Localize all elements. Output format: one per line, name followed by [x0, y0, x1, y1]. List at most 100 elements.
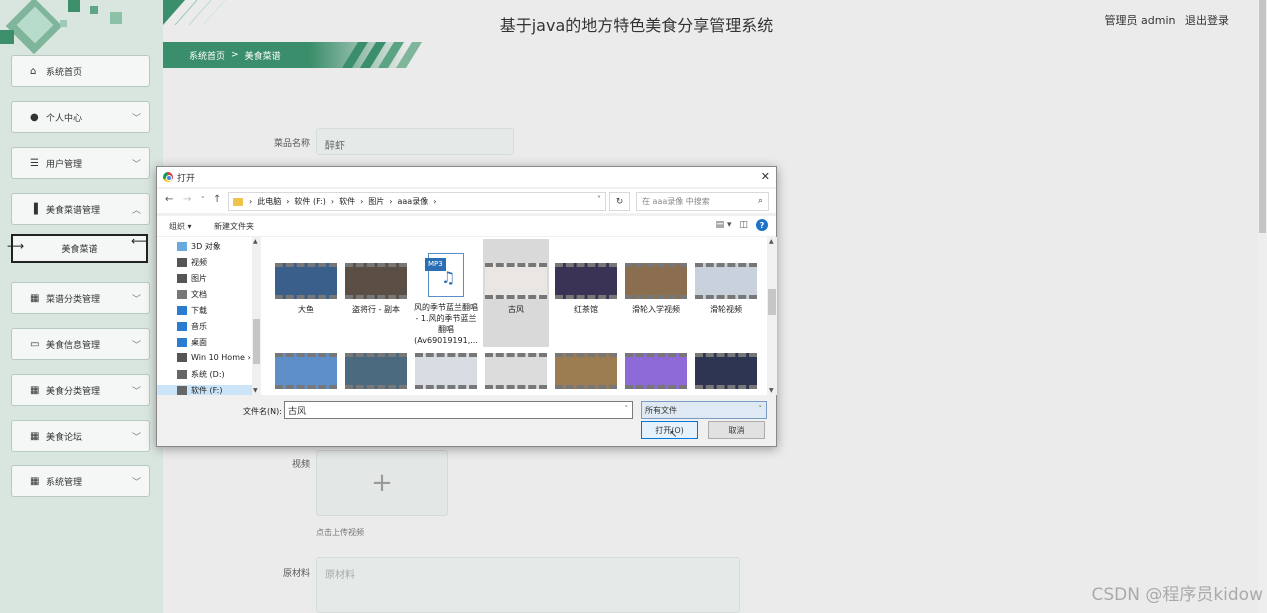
tree-item[interactable]: 图片 — [177, 273, 207, 284]
tree-item[interactable]: 3D 对象 — [177, 241, 221, 252]
file-item[interactable]: 红茶馆 — [553, 239, 619, 347]
tree-scrollbar[interactable]: ▲ ▼ — [252, 237, 261, 395]
monitor-icon: ▭ — [30, 338, 40, 350]
tree-item[interactable]: 音乐 — [177, 321, 207, 332]
sidebar-item-food-info[interactable]: ▭ 美食信息管理 ﹀ — [11, 328, 150, 360]
file-item[interactable] — [343, 351, 409, 395]
grid-icon: ▦ — [30, 475, 40, 487]
up-arrow-icon[interactable]: ↑ — [213, 194, 221, 205]
cancel-button[interactable]: 取消 — [708, 421, 765, 439]
chevron-down-icon[interactable]: ˅ — [597, 195, 601, 204]
file-item[interactable] — [623, 351, 689, 395]
chevron-down-icon: ﹀ — [131, 160, 141, 170]
tree-item-label: 下载 — [191, 306, 207, 315]
file-item[interactable]: 古风 — [483, 239, 549, 347]
tree-item[interactable]: Win 10 Home › — [177, 353, 251, 362]
forward-arrow-icon[interactable]: → — [183, 194, 191, 205]
scroll-up-icon[interactable]: ▲ — [253, 238, 258, 245]
path-segment[interactable]: aaa录像 — [397, 196, 428, 207]
grid-icon: ▦ — [30, 384, 40, 396]
tree-item[interactable]: 下载 — [177, 305, 207, 316]
audio-file-icon: MP3 ♫ — [425, 253, 464, 297]
file-item[interactable]: MP3 ♫ 风的季节蓝兰翻唱 - 1.风的季节蓝兰翻唱(Av69019191,... — [413, 239, 479, 347]
chevron-up-icon: ︿ — [131, 206, 141, 216]
tree-item-label: 3D 对象 — [191, 242, 221, 251]
file-item[interactable] — [273, 351, 339, 395]
filetype-select[interactable]: 所有文件 ˅ — [641, 401, 767, 419]
new-folder-button[interactable]: 新建文件夹 — [214, 221, 254, 232]
scroll-down-icon[interactable]: ▼ — [253, 387, 258, 394]
path-segment[interactable]: 图片 — [368, 196, 384, 207]
back-arrow-icon[interactable]: ← — [165, 194, 173, 205]
preview-pane-icon[interactable]: ◫ — [739, 220, 748, 230]
sidebar-subitem-recipes[interactable]: 美食菜谱 — [11, 234, 148, 263]
breadcrumb-separator: > — [231, 50, 239, 60]
sidebar-item-recipe-management[interactable]: ▐ 美食菜谱管理 ︿ — [11, 193, 150, 225]
tree-item[interactable]: 系统 (D:) — [177, 369, 225, 380]
sidebar-subitem-label: 美食菜谱 — [61, 245, 98, 255]
scroll-down-icon[interactable]: ▼ — [769, 387, 774, 394]
path-separator: › — [330, 197, 335, 206]
sidebar-item-food-category[interactable]: ▦ 美食分类管理 ﹀ — [11, 374, 150, 406]
chevron-down-icon: ˅ — [758, 405, 763, 413]
file-item[interactable]: 大鱼 — [273, 239, 339, 347]
tree-item[interactable]: 文档 — [177, 289, 207, 300]
path-separator: › — [433, 197, 437, 206]
path-segment[interactable]: 软件 — [339, 196, 355, 207]
video-upload-box[interactable]: + — [316, 450, 448, 516]
sidebar-item-food-forum[interactable]: ▦ 美食论坛 ﹀ — [11, 420, 150, 452]
organize-button[interactable]: 组织 ▾ — [169, 221, 192, 232]
chevron-down-icon[interactable]: ˅ — [625, 405, 629, 413]
path-segment[interactable]: 软件 (F:) — [294, 196, 325, 207]
sidebar-item-recipe-category[interactable]: ▦ 菜谱分类管理 ﹀ — [11, 282, 150, 314]
filename-value: 古风 — [288, 407, 307, 417]
sidebar-item-personal-center[interactable]: ● 个人中心 ﹀ — [11, 101, 150, 133]
file-item[interactable] — [413, 351, 479, 395]
help-icon[interactable]: ? — [756, 219, 768, 231]
video-thumbnail — [345, 353, 407, 389]
filename-label: 文件名(N): — [243, 407, 282, 416]
sidebar-item-label: 系统管理 — [46, 477, 83, 488]
address-bar[interactable]: › 此电脑 › 软件 (F:) › 软件 › 图片 › aaa录像 › ˅ — [228, 192, 606, 211]
video-label: 视频 — [291, 460, 310, 470]
filename-input[interactable]: 古风 ˅ — [284, 401, 633, 419]
resize-arrow-icon: ⟶ — [7, 239, 25, 253]
folder-icon — [177, 242, 187, 251]
video-thumbnail — [625, 353, 687, 389]
tree-item[interactable]: 软件 (F:) — [157, 385, 252, 395]
recent-dropdown-icon[interactable]: ˅ — [201, 196, 205, 204]
close-icon[interactable]: ✕ — [761, 170, 770, 183]
sidebar-item-label: 用户管理 — [46, 159, 83, 170]
sidebar-item-label: 美食信息管理 — [46, 340, 101, 351]
view-options-icon[interactable]: ▤ ▾ — [716, 220, 732, 230]
breadcrumb-current: 美食菜谱 — [244, 51, 281, 62]
logout-link[interactable]: 退出登录 — [1185, 14, 1229, 27]
files-scrollbar[interactable]: ▲ ▼ — [767, 237, 777, 395]
tree-item[interactable]: 桌面 — [177, 337, 207, 348]
file-item[interactable] — [483, 351, 549, 395]
path-segment[interactable]: 此电脑 — [257, 196, 281, 207]
page-scrollbar[interactable] — [1258, 0, 1267, 613]
scroll-up-icon[interactable]: ▲ — [769, 238, 774, 245]
ingredients-label: 原材料 — [282, 569, 310, 579]
video-thumbnail — [415, 353, 477, 389]
breadcrumb-home[interactable]: 系统首页 — [189, 49, 225, 62]
sidebar-item-system-management[interactable]: ▦ 系统管理 ﹀ — [11, 465, 150, 497]
tree-item[interactable]: 视频 — [177, 257, 207, 268]
sidebar-item-home[interactable]: ⌂ 系统首页 — [11, 55, 150, 87]
file-name: 红茶馆 — [574, 305, 598, 314]
video-thumbnail — [485, 353, 547, 389]
file-item[interactable]: 滑轮入学视频 — [623, 239, 689, 347]
search-input[interactable]: 在 aaa录像 中搜索 ⌕ — [636, 192, 769, 211]
folder-icon — [177, 258, 187, 267]
file-item[interactable]: 滑轮视频 — [693, 239, 759, 347]
file-item[interactable] — [553, 351, 619, 395]
file-item[interactable]: 盗将行 - 副本 — [343, 239, 409, 347]
sidebar-item-label: 个人中心 — [46, 113, 83, 124]
refresh-button[interactable]: ↻ — [609, 192, 630, 211]
ingredients-textarea[interactable]: 原材料 — [316, 557, 740, 613]
path-separator: › — [360, 197, 364, 206]
file-item[interactable] — [693, 351, 759, 395]
sidebar-item-user-management[interactable]: ☰ 用户管理 ﹀ — [11, 147, 150, 179]
dish-name-input[interactable]: 醉虾 — [316, 128, 514, 155]
